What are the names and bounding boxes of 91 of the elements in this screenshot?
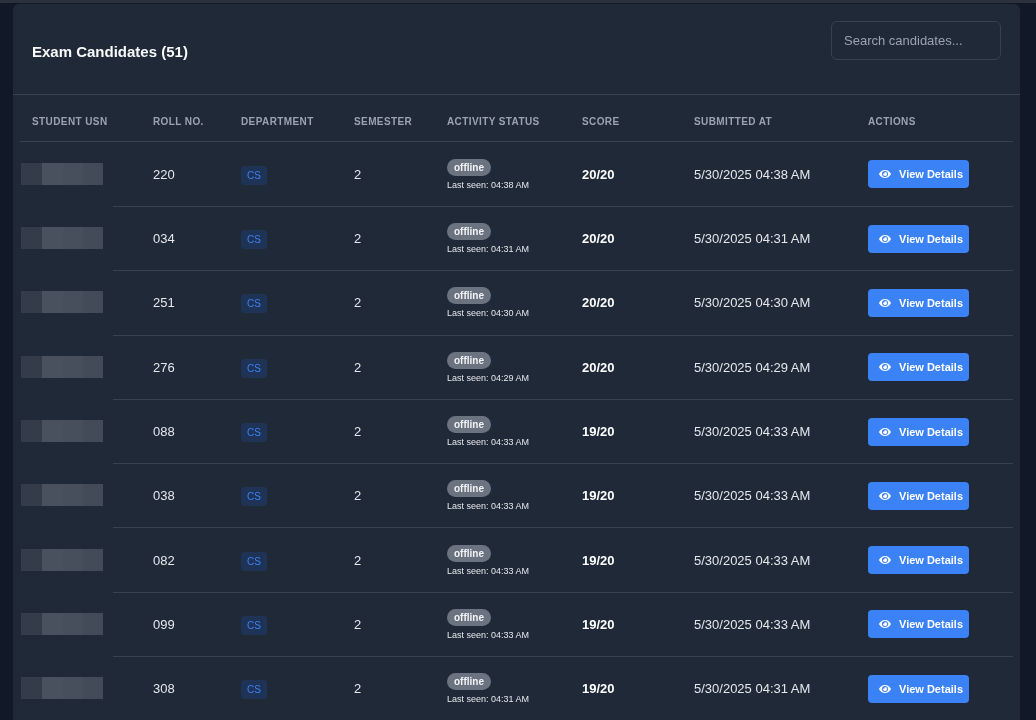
score: 20/20 xyxy=(582,231,615,247)
last-seen-text: Last seen: 04:29 AM xyxy=(447,372,530,383)
status-pill: offline xyxy=(447,223,491,241)
roll-number: 220 xyxy=(153,166,175,182)
roll-number: 099 xyxy=(153,616,175,632)
eye-icon xyxy=(879,489,891,502)
last-seen-text: Last seen: 04:38 AM xyxy=(447,179,530,190)
view-details-button[interactable]: View Details xyxy=(868,481,969,510)
department-tag: CS xyxy=(241,230,267,250)
score: 19/20 xyxy=(582,681,615,697)
last-seen-text: Last seen: 04:31 AM xyxy=(447,244,530,255)
last-seen-text: Last seen: 04:33 AM xyxy=(447,501,530,512)
score: 19/20 xyxy=(582,616,615,632)
status-pill: offline xyxy=(447,544,491,562)
score: 19/20 xyxy=(582,424,615,440)
eye-icon xyxy=(879,296,891,309)
submitted-time: 5/30/2025 04:38 AM xyxy=(694,166,811,182)
department-tag: CS xyxy=(241,358,267,378)
semester: 2 xyxy=(354,424,362,440)
semester: 2 xyxy=(354,166,362,182)
column-header: ACTIVITY STATUS xyxy=(447,115,541,127)
semester: 2 xyxy=(354,681,362,697)
semester: 2 xyxy=(354,295,362,311)
column-header: DEPARTMENT xyxy=(241,115,315,127)
department-tag: CS xyxy=(241,680,267,700)
status-pill: offline xyxy=(447,351,491,369)
view-details-button[interactable]: View Details xyxy=(868,160,969,188)
search-field[interactable]: Search candidates... xyxy=(831,21,1001,60)
department-tag: CS xyxy=(241,165,267,185)
submitted-time: 5/30/2025 04:30 AM xyxy=(694,295,811,311)
last-seen-text: Last seen: 04:33 AM xyxy=(447,565,530,576)
eye-icon xyxy=(879,682,891,695)
score: 20/20 xyxy=(582,359,615,375)
submitted-time: 5/30/2025 04:29 AM xyxy=(694,359,811,375)
column-header: SEMESTER xyxy=(354,115,414,127)
column-header: ACTIONS xyxy=(868,115,917,127)
submitted-time: 5/30/2025 04:33 AM xyxy=(694,616,811,632)
department-tag: CS xyxy=(241,551,267,571)
status-pill: offline xyxy=(447,416,491,434)
submitted-time: 5/30/2025 04:33 AM xyxy=(694,424,811,440)
department-tag: CS xyxy=(241,487,267,507)
last-seen-text: Last seen: 04:33 AM xyxy=(447,629,530,640)
column-header: STUDENT USN xyxy=(31,115,109,127)
semester: 2 xyxy=(354,616,362,632)
view-details-button[interactable]: View Details xyxy=(868,417,969,446)
department-tag: CS xyxy=(241,423,267,443)
eye-icon xyxy=(879,618,891,631)
department-tag: CS xyxy=(241,294,267,314)
view-details-button[interactable]: View Details xyxy=(868,610,969,639)
submitted-time: 5/30/2025 04:33 AM xyxy=(694,552,811,568)
submitted-time: 5/30/2025 04:31 AM xyxy=(694,681,811,697)
eye-icon xyxy=(879,554,891,567)
semester: 2 xyxy=(354,488,362,504)
roll-number: 034 xyxy=(153,231,175,247)
department-tag: CS xyxy=(241,615,267,635)
roll-number: 088 xyxy=(153,424,175,440)
submitted-time: 5/30/2025 04:31 AM xyxy=(694,231,811,247)
eye-icon xyxy=(879,168,891,180)
column-header: SUBMITTED AT xyxy=(694,115,774,127)
roll-number: 308 xyxy=(153,681,175,697)
last-seen-text: Last seen: 04:31 AM xyxy=(447,694,530,705)
roll-number: 038 xyxy=(153,488,175,504)
roll-number: 276 xyxy=(153,359,175,375)
view-details-button[interactable]: View Details xyxy=(868,674,969,703)
panel-title: Exam Candidates (51) xyxy=(32,42,188,60)
status-pill: offline xyxy=(447,673,491,691)
status-pill: offline xyxy=(447,608,491,626)
semester: 2 xyxy=(354,231,362,247)
view-details-button[interactable]: View Details xyxy=(868,288,969,317)
last-seen-text: Last seen: 04:33 AM xyxy=(447,437,530,448)
semester: 2 xyxy=(354,359,362,375)
roll-number: 251 xyxy=(153,295,175,311)
view-details-button[interactable]: View Details xyxy=(868,546,969,575)
status-pill: offline xyxy=(447,158,491,176)
eye-icon xyxy=(879,425,891,438)
eye-icon xyxy=(879,361,891,374)
column-header: SCORE xyxy=(582,115,621,127)
submitted-time: 5/30/2025 04:33 AM xyxy=(694,488,811,504)
score: 20/20 xyxy=(582,166,615,182)
status-pill: offline xyxy=(447,287,491,305)
column-header: ROLL NO. xyxy=(152,115,205,127)
view-details-button[interactable]: View Details xyxy=(868,224,969,253)
roll-number: 082 xyxy=(153,552,175,568)
view-details-button[interactable]: View Details xyxy=(868,353,969,382)
score: 19/20 xyxy=(582,488,615,504)
eye-icon xyxy=(879,232,891,245)
score: 19/20 xyxy=(582,552,615,568)
semester: 2 xyxy=(354,552,362,568)
last-seen-text: Last seen: 04:30 AM xyxy=(447,308,530,319)
status-pill: offline xyxy=(447,480,491,498)
score: 20/20 xyxy=(582,295,615,311)
